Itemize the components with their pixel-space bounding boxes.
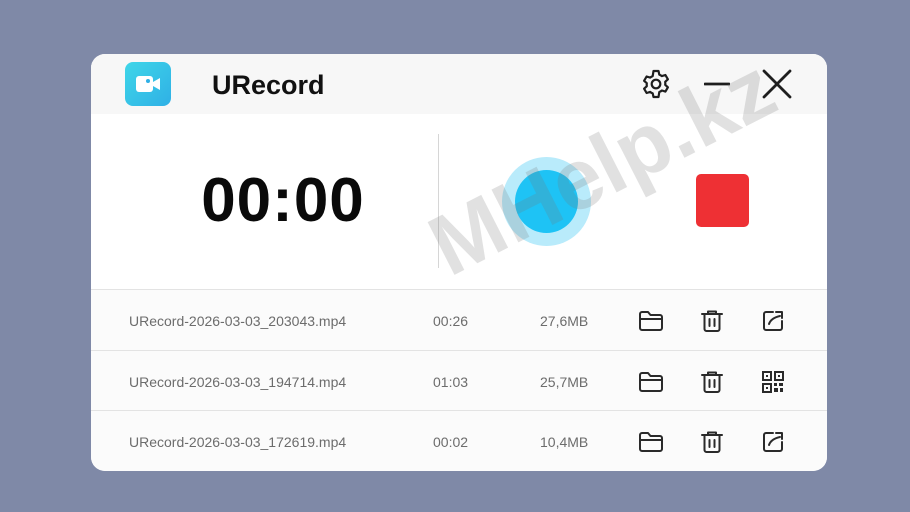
close-button[interactable] bbox=[757, 64, 797, 104]
record-button[interactable] bbox=[502, 157, 591, 246]
file-duration: 00:02 bbox=[433, 434, 469, 450]
delete-button[interactable] bbox=[698, 428, 726, 456]
qr-code-icon bbox=[762, 371, 784, 393]
list-item: URecord-2026-03-03_172619.mp4 00:02 10,4… bbox=[91, 410, 827, 471]
gear-icon bbox=[643, 69, 669, 99]
stop-button[interactable] bbox=[696, 174, 749, 227]
folder-icon bbox=[639, 311, 663, 331]
record-icon bbox=[515, 170, 578, 233]
file-name: URecord-2026-03-03_203043.mp4 bbox=[129, 313, 347, 329]
minimize-icon bbox=[704, 82, 730, 86]
trash-icon bbox=[701, 310, 723, 332]
minimize-button[interactable] bbox=[697, 64, 737, 104]
file-size: 25,7MB bbox=[540, 374, 589, 390]
list-item: URecord-2026-03-03_194714.mp4 01:03 25,7… bbox=[91, 350, 827, 411]
trash-icon bbox=[701, 431, 723, 453]
app-title: URecord bbox=[212, 70, 325, 100]
open-folder-button[interactable] bbox=[637, 428, 665, 456]
open-folder-button[interactable] bbox=[637, 307, 665, 335]
file-name: URecord-2026-03-03_172619.mp4 bbox=[129, 434, 347, 450]
file-duration: 01:03 bbox=[433, 374, 469, 390]
qr-code-button[interactable] bbox=[759, 368, 787, 396]
file-name: URecord-2026-03-03_194714.mp4 bbox=[129, 374, 347, 390]
file-size: 10,4MB bbox=[540, 434, 589, 450]
folder-icon bbox=[639, 372, 663, 392]
share-icon bbox=[763, 311, 783, 331]
divider bbox=[438, 134, 439, 268]
folder-icon bbox=[639, 432, 663, 452]
file-duration: 00:26 bbox=[433, 313, 469, 329]
video-camera-icon bbox=[125, 62, 171, 106]
trash-icon bbox=[701, 371, 723, 393]
app-window: URecord 00:00 URecord-2026-03-03_203043.… bbox=[91, 54, 827, 471]
delete-button[interactable] bbox=[698, 307, 726, 335]
share-button[interactable] bbox=[759, 307, 787, 335]
file-size: 27,6MB bbox=[540, 313, 589, 329]
list-item: URecord-2026-03-03_203043.mp4 00:26 27,6… bbox=[91, 289, 827, 350]
share-button[interactable] bbox=[759, 428, 787, 456]
recordings-list: URecord-2026-03-03_203043.mp4 00:26 27,6… bbox=[91, 289, 827, 471]
close-icon bbox=[762, 69, 792, 99]
settings-button[interactable] bbox=[636, 64, 676, 104]
title-bar: URecord bbox=[91, 54, 827, 114]
timer-display: 00:00 bbox=[201, 166, 365, 235]
delete-button[interactable] bbox=[698, 368, 726, 396]
share-icon bbox=[763, 432, 783, 452]
open-folder-button[interactable] bbox=[637, 368, 665, 396]
